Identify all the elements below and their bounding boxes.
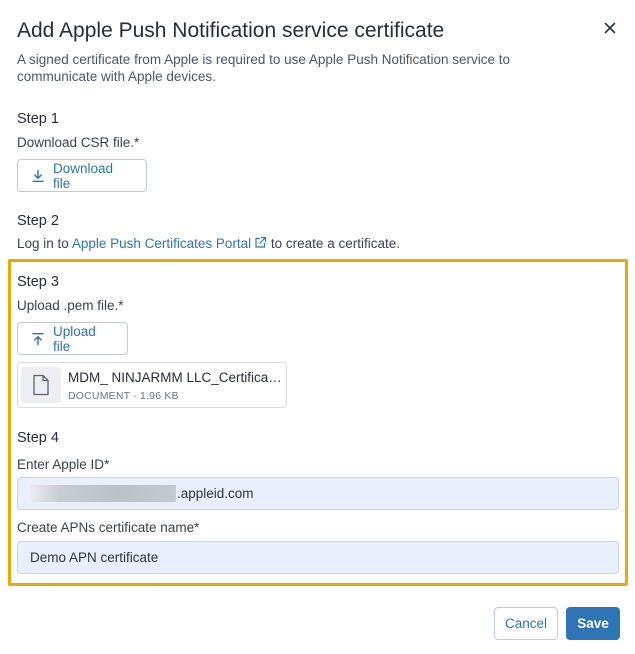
close-icon[interactable] [600,18,620,38]
document-icon [21,367,61,403]
download-file-label: Download file [53,160,114,191]
redacted-region [30,485,176,502]
apple-id-value: .appleid.com [177,486,254,501]
file-meta: DOCUMENT - 1.96 KB [68,390,179,402]
dialog-title: Add Apple Push Notification service cert… [17,19,445,42]
apple-id-label: Enter Apple ID* [17,457,110,472]
apple-push-portal-link-label[interactable]: Apple Push Certificates Portal [72,236,251,251]
cert-name-value: Demo APN certificate [30,550,159,565]
step2-heading: Step 2 [17,213,59,229]
step3-label: Upload .pem file.* [17,298,124,313]
file-name: MDM_ NINJARMM LLC_Certificate.pem [68,370,282,385]
step1-heading: Step 1 [17,111,59,127]
step1-label: Download CSR file.* [17,135,140,150]
cancel-button[interactable]: Cancel [494,607,558,640]
upload-icon [31,332,45,346]
download-file-button[interactable]: Download file [17,159,147,192]
dialog-subtitle: A signed certificate from Apple is requi… [17,52,511,84]
cert-name-input[interactable]: Demo APN certificate [17,541,619,574]
step4-heading: Step 4 [17,430,59,446]
step2-text: Log in to Apple Push Certificates Portal… [17,236,400,251]
upload-file-button[interactable]: Upload file [17,322,128,355]
apple-id-input[interactable]: .appleid.com [17,477,619,510]
cert-name-label: Create APNs certificate name* [17,520,200,535]
uploaded-file-card[interactable]: MDM_ NINJARMM LLC_Certificate.pem DOCUME… [17,362,287,408]
apple-push-portal-link[interactable]: Apple Push Certificates Portal [72,236,267,251]
external-link-icon [251,236,267,251]
save-button[interactable]: Save [566,607,620,640]
step2-text-before: Log in to [17,236,72,251]
upload-file-label: Upload file [53,323,96,354]
step2-text-after: to create a certificate. [267,236,400,251]
download-icon [31,169,45,183]
step3-heading: Step 3 [17,274,59,290]
